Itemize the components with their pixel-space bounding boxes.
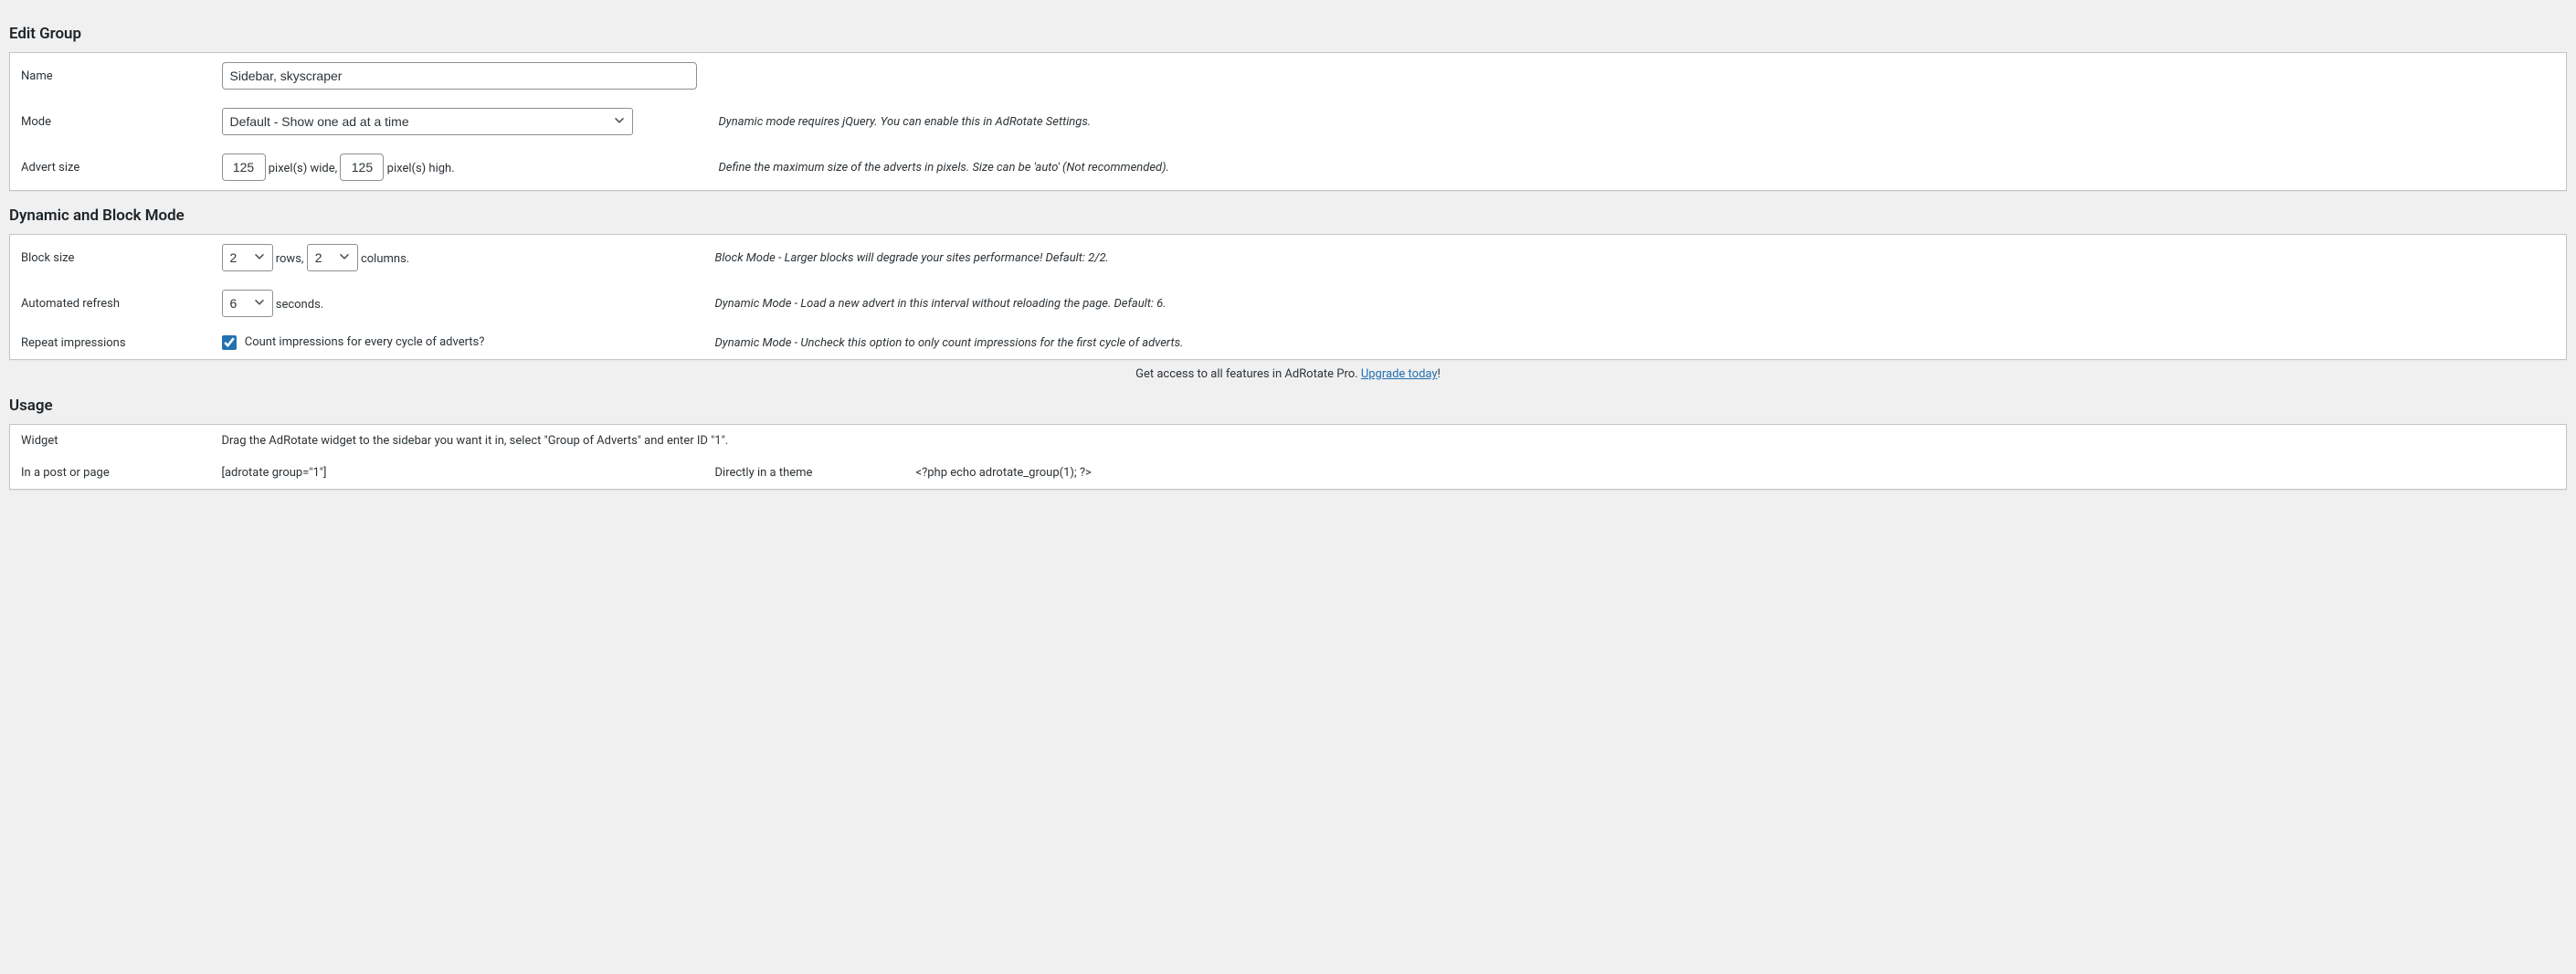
mode-description: Dynamic mode requires jQuery. You can en… [708, 99, 2567, 144]
name-label: Name [10, 53, 211, 100]
repeat-impressions-checkbox[interactable] [222, 335, 237, 350]
repeat-impressions-option[interactable]: Count impressions for every cycle of adv… [222, 335, 485, 349]
widget-instructions: Drag the AdRotate widget to the sidebar … [211, 425, 2567, 458]
block-cols-select[interactable]: 2 [307, 244, 358, 271]
repeat-impressions-description: Dynamic Mode - Uncheck this option to on… [704, 326, 2567, 360]
rows-text: rows, [276, 252, 304, 266]
automated-refresh-label: Automated refresh [10, 281, 211, 326]
upgrade-prefix: Get access to all features in AdRotate P… [1135, 367, 1361, 381]
mode-select[interactable]: Default - Show one ad at a time [222, 108, 633, 135]
edit-group-heading: Edit Group [9, 25, 2567, 43]
refresh-description: Dynamic Mode - Load a new advert in this… [704, 281, 2567, 326]
advert-size-label: Advert size [10, 144, 211, 191]
mode-label: Mode [10, 99, 211, 144]
dynamic-block-heading: Dynamic and Block Mode [9, 206, 2567, 225]
block-size-label: Block size [10, 235, 211, 281]
usage-heading: Usage [9, 397, 2567, 415]
post-page-label: In a post or page [10, 457, 211, 490]
name-input[interactable] [222, 62, 697, 90]
upgrade-note: Get access to all features in AdRotate P… [9, 367, 2567, 381]
theme-code: <?php echo adrotate_group(1); ?> [905, 457, 2567, 490]
seconds-text: seconds. [276, 298, 323, 312]
advert-size-description: Define the maximum size of the adverts i… [708, 144, 2567, 191]
usage-table: Widget Drag the AdRotate widget to the s… [9, 424, 2567, 490]
theme-label: Directly in a theme [704, 457, 905, 490]
widget-label: Widget [10, 425, 211, 458]
block-size-description: Block Mode - Larger blocks will degrade … [704, 235, 2567, 281]
dynamic-block-table: Block size 2 rows, 2 columns. Block Mode… [9, 234, 2567, 360]
columns-text: columns. [361, 252, 409, 266]
pixels-high-text: pixel(s) high. [387, 162, 455, 175]
advert-height-input[interactable] [340, 154, 384, 181]
advert-width-input[interactable] [222, 154, 266, 181]
post-shortcode: [adrotate group="1"] [211, 457, 704, 490]
repeat-impressions-label: Repeat impressions [10, 326, 211, 360]
block-rows-select[interactable]: 2 [222, 244, 273, 271]
upgrade-suffix: ! [1438, 367, 1441, 381]
pixels-wide-text: pixel(s) wide, [269, 162, 337, 175]
refresh-select[interactable]: 6 [222, 290, 273, 317]
upgrade-link[interactable]: Upgrade today [1361, 367, 1438, 381]
repeat-impressions-text: Count impressions for every cycle of adv… [245, 335, 485, 349]
edit-group-table: Name Mode Default - Show one ad at a tim… [9, 52, 2567, 191]
